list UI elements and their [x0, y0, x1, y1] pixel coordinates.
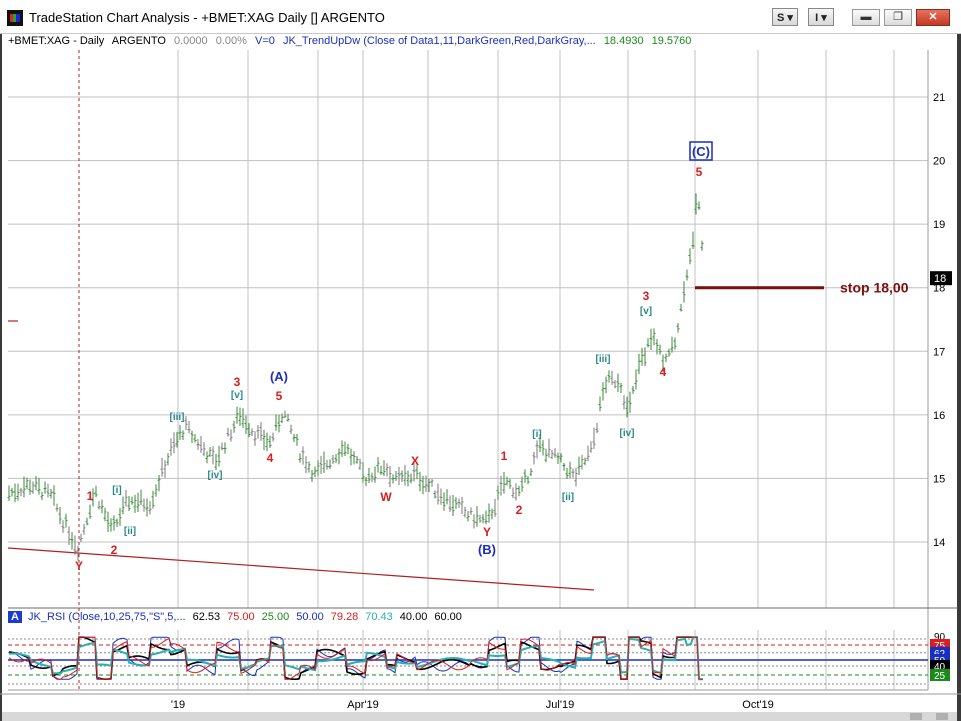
scroll-thumb: [910, 713, 922, 720]
rsi-value-7: 60.00: [434, 611, 462, 623]
rsi-tick-label: 25: [934, 671, 946, 682]
price-tick-label: 20: [933, 156, 945, 168]
rsi-value-0: 62.53: [192, 611, 221, 623]
wave-label: 2: [111, 543, 118, 557]
scroll-thumb-right: [936, 713, 948, 720]
price-tick-label: 15: [933, 473, 945, 485]
wave-label: 2: [516, 503, 523, 517]
volume-value: V=0: [254, 35, 275, 47]
rsi-value-5: 70.43: [365, 611, 393, 623]
price-tick-label: 19: [933, 219, 945, 231]
wave-label: Y: [483, 525, 491, 539]
wave-label: [i]: [112, 485, 121, 496]
rsi-value-1: 75.00: [227, 611, 255, 623]
rsi-value-4: 79.28: [330, 611, 359, 623]
instrument-name: ARGENTO: [111, 35, 166, 47]
wave-label: (C): [692, 144, 710, 159]
price-tick-label: 14: [933, 537, 945, 549]
indicator-label: JK_TrendUpDw (Close of Data1,11,DarkGree…: [282, 35, 596, 47]
wave-label: W: [380, 490, 392, 504]
wave-label: 5: [276, 389, 283, 403]
wave-label: (B): [478, 542, 496, 557]
wave-label: [v]: [231, 390, 243, 401]
time-axis-label: Apr'19: [347, 699, 378, 711]
time-axis-label: Jul'19: [546, 699, 574, 711]
indicator-value-2: 19.5760: [651, 35, 692, 47]
stop-label: stop 18,00: [840, 280, 909, 296]
horizontal-scrollbar: [2, 712, 957, 721]
wave-label: 3: [643, 289, 650, 303]
subgraph-badge[interactable]: A: [8, 611, 22, 623]
wave-label: 1: [87, 489, 94, 503]
wave-label: 4: [660, 365, 667, 379]
rsi-value-3: 50.00: [296, 611, 324, 623]
price-tick-label: 17: [933, 346, 945, 358]
price-tick-label: 16: [933, 410, 945, 422]
rsi-header: A JK_RSI (Close,10,25,75,"S",5,... 62.53 75…: [8, 611, 469, 623]
rsi-value-6: 40.00: [399, 611, 428, 623]
time-axis-label: Oct'19: [742, 699, 773, 711]
price-tick-label: 21: [933, 92, 945, 104]
wave-label: [v]: [640, 306, 652, 317]
rsi-name: JK_RSI (Close,10,25,75,"S",5,...: [28, 611, 186, 623]
symbol-label: +BMET:XAG - Daily: [8, 35, 105, 47]
current-price-label: 18: [934, 273, 946, 285]
wave-label: 5: [696, 165, 703, 179]
wave-label: [ii]: [562, 492, 574, 503]
time-axis-label: '19: [171, 699, 185, 711]
rsi-value-2: 25.00: [261, 611, 290, 623]
wave-label: [ii]: [124, 526, 136, 537]
change-value: 0.0000: [174, 35, 208, 47]
wave-label: [iii]: [170, 412, 185, 423]
wave-label: [iv]: [208, 470, 223, 481]
change-percent: 0.00%: [215, 35, 247, 47]
wave-label: 3: [234, 375, 241, 389]
wave-label: [iv]: [620, 428, 635, 439]
wave-label: 4: [267, 451, 274, 465]
chart-header: +BMET:XAG - Daily ARGENTO 0.0000 0.00% V…: [8, 35, 696, 47]
indicator-value-1: 18.4930: [603, 35, 644, 47]
price-bars: [7, 193, 704, 561]
wave-label: Y: [75, 559, 83, 573]
trendline: [7, 547, 595, 591]
wave-label: X: [411, 454, 419, 468]
wave-label: [iii]: [596, 354, 611, 365]
wave-label: 1: [501, 449, 508, 463]
wave-label: [i]: [532, 429, 541, 440]
wave-label: (A): [270, 369, 288, 384]
